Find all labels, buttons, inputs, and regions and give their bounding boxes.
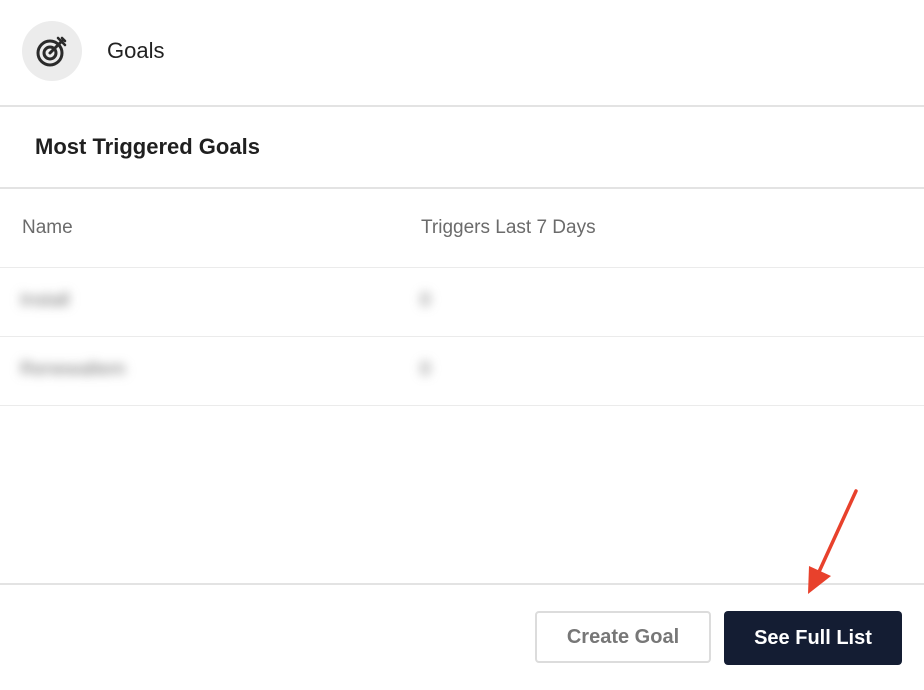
table-row[interactable]: Install 0 — [0, 268, 924, 337]
section-header: Most Triggered Goals — [0, 107, 924, 189]
goal-triggers-cell: 0 — [420, 290, 431, 311]
section-title: Most Triggered Goals — [35, 134, 260, 159]
goal-triggers-cell: 0 — [420, 359, 431, 380]
annotation-arrow-icon — [808, 489, 858, 594]
goal-name-cell: Install — [20, 290, 70, 311]
card-header: Goals — [0, 0, 924, 107]
target-icon — [22, 21, 82, 81]
see-full-list-button[interactable]: See Full List — [724, 611, 902, 665]
page-title: Goals — [107, 38, 165, 63]
goal-name-cell: Renewaltem — [20, 359, 126, 380]
table-row[interactable]: Renewaltem 0 — [0, 337, 924, 406]
column-header-triggers: Triggers Last 7 Days — [421, 217, 596, 238]
card-footer: Create Goal See Full List — [0, 583, 924, 690]
table-header: Name Triggers Last 7 Days — [0, 189, 924, 268]
column-header-name: Name — [22, 217, 73, 238]
create-goal-button[interactable]: Create Goal — [535, 611, 711, 663]
